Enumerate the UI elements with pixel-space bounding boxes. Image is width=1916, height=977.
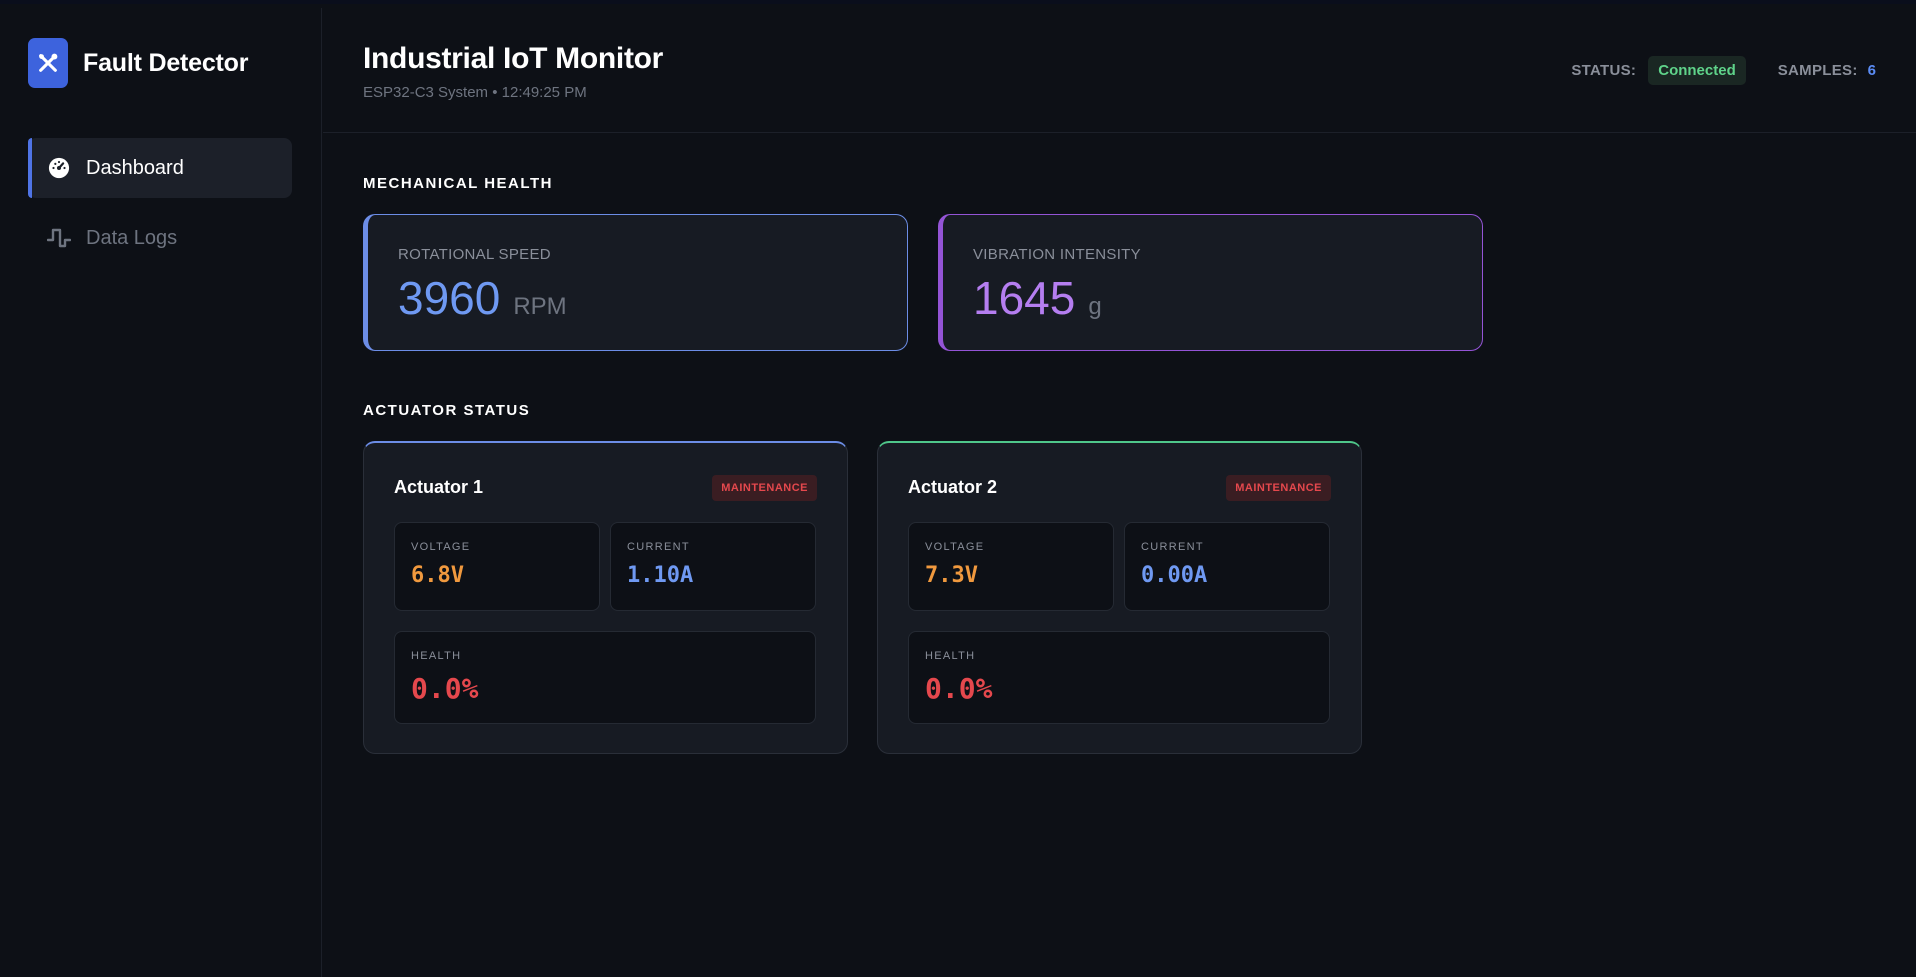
voltage-value: 6.8V: [411, 563, 464, 588]
sidebar-item-label: Data Logs: [86, 226, 178, 249]
metric-value-row: 1645 g: [973, 271, 1102, 325]
current-cell: CURRENT 1.10A: [610, 522, 816, 611]
voltage-value: 7.3V: [925, 563, 978, 588]
health-label: HEALTH: [411, 650, 462, 662]
section-title-mechanical: MECHANICAL HEALTH: [363, 175, 553, 192]
vibration-intensity-unit: g: [1088, 293, 1102, 320]
health-cell: HEALTH 0.0%: [908, 631, 1330, 724]
health-label: HEALTH: [925, 650, 976, 662]
actuator-name: Actuator 1: [394, 477, 484, 497]
voltage-cell: VOLTAGE 7.3V: [908, 522, 1114, 611]
health-value: 0.0%: [925, 672, 993, 705]
metric-label: VIBRATION INTENSITY: [973, 246, 1141, 263]
current-label: CURRENT: [1141, 541, 1204, 553]
current-value: 0.00A: [1141, 563, 1208, 588]
header-status-area: STATUS: Connected SAMPLES: 6: [1571, 56, 1876, 85]
status-badge: MAINTENANCE: [1226, 475, 1331, 501]
metric-label: ROTATIONAL SPEED: [398, 246, 551, 263]
rotational-speed-value: 3960: [398, 272, 501, 324]
voltage-cell: VOLTAGE 6.8V: [394, 522, 600, 611]
health-value: 0.0%: [411, 672, 479, 705]
tools-icon: [28, 38, 68, 88]
rotational-speed-card: ROTATIONAL SPEED 3960 RPM: [363, 214, 908, 351]
status-label: STATUS:: [1571, 62, 1637, 79]
status-badge: Connected: [1648, 56, 1746, 85]
page-header: Industrial IoT Monitor ESP32-C3 System •…: [323, 8, 1916, 133]
current-label: CURRENT: [627, 541, 690, 553]
current-cell: CURRENT 0.00A: [1124, 522, 1330, 611]
sidebar-item-label: Dashboard: [86, 156, 184, 179]
actuator-name: Actuator 2: [908, 477, 998, 497]
samples-label: SAMPLES:: [1777, 62, 1858, 79]
metric-value-row: 3960 RPM: [398, 271, 567, 325]
voltage-label: VOLTAGE: [925, 541, 985, 553]
sidebar-item-data-logs[interactable]: Data Logs: [28, 208, 292, 268]
voltage-label: VOLTAGE: [411, 541, 471, 553]
status-badge: MAINTENANCE: [712, 475, 817, 501]
health-cell: HEALTH 0.0%: [394, 631, 816, 724]
app-root: Fault Detector Dashboard Data Logs Indus…: [0, 0, 1916, 977]
rotational-speed-unit: RPM: [513, 293, 567, 320]
sidebar: Fault Detector Dashboard Data Logs: [0, 8, 322, 977]
actuator-card-1: Actuator 1 MAINTENANCE VOLTAGE 6.8V CURR…: [363, 441, 848, 754]
sidebar-nav: Dashboard Data Logs: [28, 138, 292, 278]
gauge-icon: [46, 155, 72, 181]
samples-count: 6: [1867, 62, 1876, 79]
section-title-actuators: ACTUATOR STATUS: [363, 402, 531, 419]
pulse-icon: [46, 225, 72, 251]
brand: Fault Detector: [28, 38, 248, 88]
vibration-intensity-value: 1645: [973, 272, 1076, 324]
actuator-card-2: Actuator 2 MAINTENANCE VOLTAGE 7.3V CURR…: [877, 441, 1362, 754]
vibration-intensity-card: VIBRATION INTENSITY 1645 g: [938, 214, 1483, 351]
sidebar-item-dashboard[interactable]: Dashboard: [28, 138, 292, 198]
page-subtitle: ESP32-C3 System • 12:49:25 PM: [363, 84, 587, 101]
current-value: 1.10A: [627, 563, 694, 588]
page-title: Industrial IoT Monitor: [363, 42, 664, 75]
brand-name: Fault Detector: [83, 48, 249, 77]
